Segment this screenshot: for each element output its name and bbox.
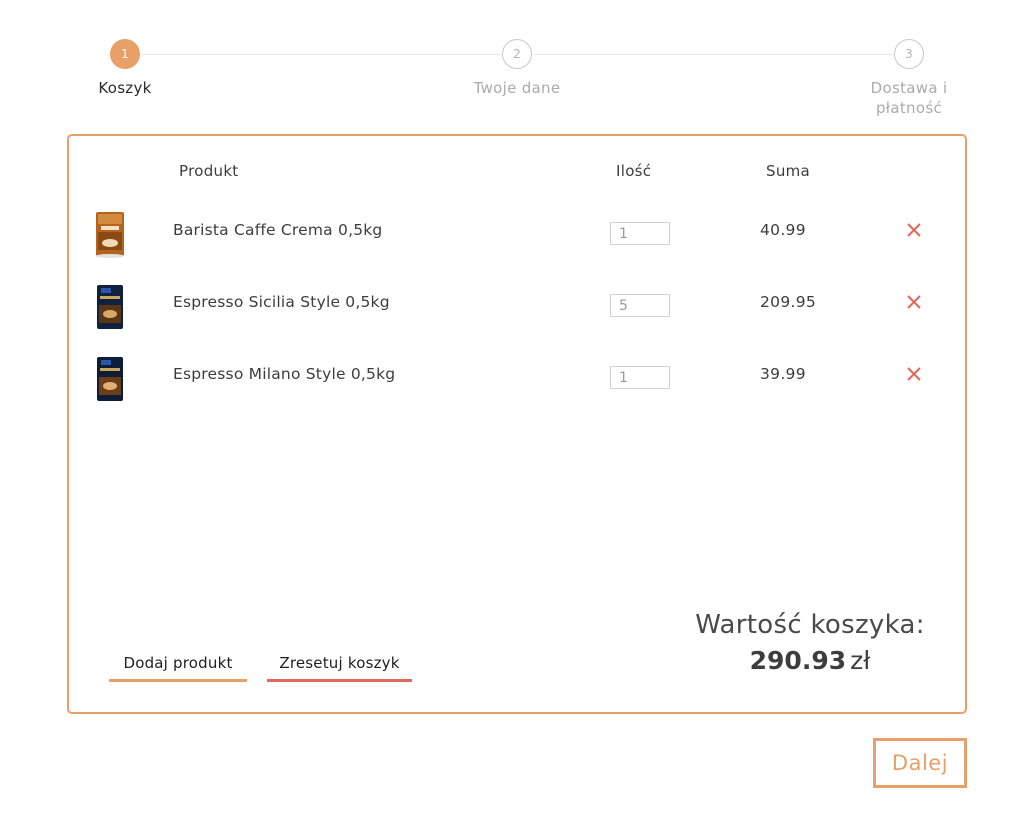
step-connector — [533, 54, 893, 55]
product-image-sicilia[interactable] — [92, 283, 128, 331]
cart-item-row: Barista Caffe Crema 0,5kg 40.99 — [0, 208, 1035, 268]
product-image-barista[interactable] — [92, 210, 128, 258]
product-name[interactable]: Espresso Milano Style 0,5kg — [173, 365, 395, 383]
item-sum: 40.99 — [760, 221, 806, 239]
remove-item-icon[interactable] — [904, 292, 924, 312]
remove-item-icon[interactable] — [904, 364, 924, 384]
next-button[interactable]: Dalej — [873, 738, 967, 788]
product-name[interactable]: Espresso Sicilia Style 0,5kg — [173, 293, 390, 311]
quantity-input[interactable] — [610, 366, 670, 389]
cart-item-row: Espresso Milano Style 0,5kg 39.99 — [0, 352, 1035, 412]
step-1-circle[interactable]: 1 — [110, 39, 140, 69]
step-3-label[interactable]: Dostawa i płatność — [859, 78, 959, 118]
step-3-label-line1: Dostawa i — [870, 79, 948, 97]
step-connector — [141, 54, 501, 55]
step-2-label[interactable]: Twoje dane — [457, 78, 577, 98]
add-product-button[interactable]: Dodaj produkt — [109, 654, 247, 682]
item-sum: 209.95 — [760, 293, 817, 311]
remove-item-icon[interactable] — [904, 220, 924, 240]
product-image-milano[interactable] — [92, 355, 128, 403]
column-header-sum: Suma — [766, 162, 811, 180]
step-3-label-line2: płatność — [875, 99, 942, 117]
column-header-quantity: Ilość — [616, 162, 652, 180]
reset-cart-button[interactable]: Zresetuj koszyk — [267, 654, 412, 682]
step-1-label[interactable]: Koszyk — [85, 78, 165, 98]
cart-total-amount: 290.93 — [749, 646, 847, 675]
quantity-input[interactable] — [610, 294, 670, 317]
column-header-product: Produkt — [179, 162, 239, 180]
cart-total-currency: zł — [850, 646, 871, 675]
cart-total-label: Wartość koszyka: — [695, 610, 925, 640]
step-3-circle[interactable]: 3 — [894, 39, 924, 69]
quantity-input[interactable] — [610, 222, 670, 245]
item-sum: 39.99 — [760, 365, 806, 383]
step-2-circle[interactable]: 2 — [502, 39, 532, 69]
checkout-stepper: 1 Koszyk 2 Twoje dane 3 Dostawa i płatno… — [0, 0, 1035, 130]
cart-item-row: Espresso Sicilia Style 0,5kg 209.95 — [0, 280, 1035, 340]
product-name[interactable]: Barista Caffe Crema 0,5kg — [173, 221, 382, 239]
cart-total-value: 290.93 zł — [690, 646, 930, 675]
